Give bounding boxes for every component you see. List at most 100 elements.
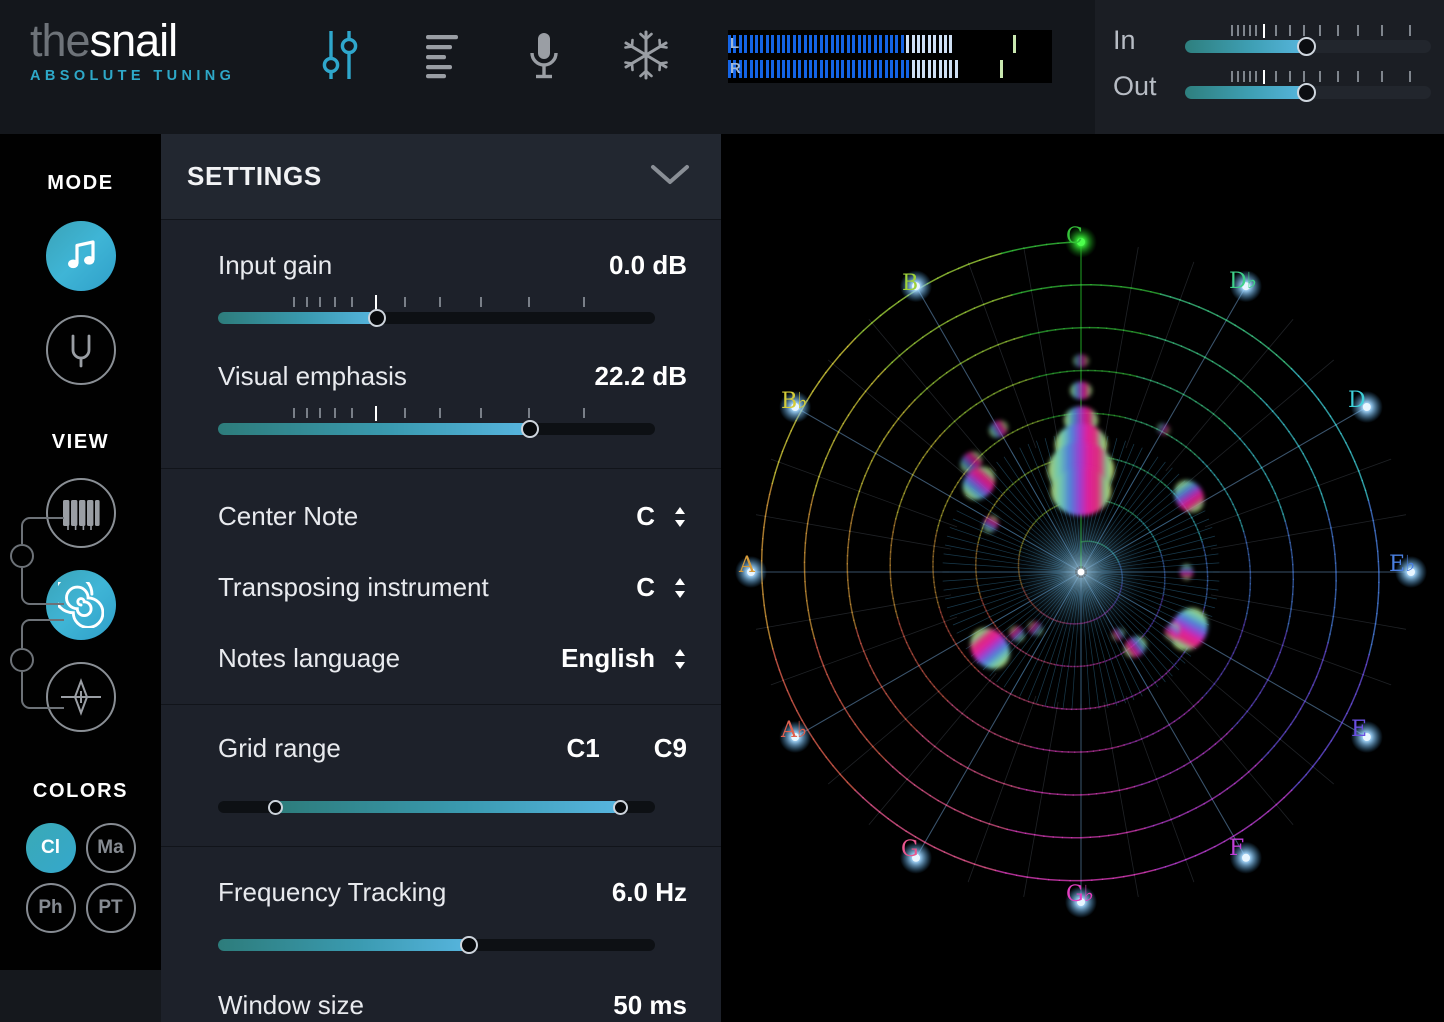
transposing-instrument-stepper[interactable]: C	[636, 572, 687, 603]
settings-title: SETTINGS	[187, 161, 322, 191]
meter-row-left: L	[728, 33, 1052, 55]
music-note-icon	[67, 240, 95, 269]
row-input-gain: Input gain 0.0 dB	[218, 250, 687, 281]
color-button-cl[interactable]: Cl	[25, 823, 76, 873]
grid-range-low: C1	[566, 733, 600, 763]
grid-range-knob-low[interactable]	[267, 800, 283, 815]
mode-button-tuner[interactable]	[45, 315, 116, 385]
notes-language-label: Notes language	[218, 643, 401, 673]
settings-group-tracking: Frequency Tracking 6.0 Hz Window size 50…	[161, 847, 721, 1022]
logo-tagline: ABSOLUTE TUNING	[30, 68, 236, 84]
io-label-in: In	[1113, 25, 1136, 55]
top-bar: thesnail ABSOLUTE TUNING L R In Out	[0, 0, 1444, 134]
tuning-fork-icon	[71, 334, 90, 368]
snowflake-icon[interactable]	[618, 27, 674, 83]
frequency-tracking-knob[interactable]	[460, 936, 479, 954]
stepper-arrows-icon[interactable]	[673, 648, 687, 670]
io-row-out: Out	[1113, 66, 1444, 106]
input-gain-ticks	[218, 295, 655, 310]
io-row-in: In	[1113, 20, 1444, 60]
row-transposing-instrument: Transposing instrument C	[218, 572, 687, 603]
io-label-out: Out	[1113, 71, 1157, 101]
visual-emphasis-fill	[218, 423, 533, 435]
frequency-tracking-slider[interactable]	[218, 922, 655, 956]
row-notes-language: Notes language English	[218, 643, 687, 674]
window-size-label: Window size	[218, 990, 364, 1020]
grid-range-values: C1 C9	[567, 733, 688, 764]
chevron-down-icon[interactable]	[647, 159, 693, 194]
io-gain-panel: In Out	[1113, 20, 1444, 112]
grid-range-high: C9	[653, 733, 687, 763]
meter-row-right: R	[728, 58, 1052, 80]
transposing-instrument-label: Transposing instrument	[218, 572, 489, 602]
grid-range-slider[interactable]	[218, 784, 655, 818]
grid-range-fill	[274, 801, 621, 813]
settings-header: SETTINGS	[161, 134, 721, 220]
settings-panel: SETTINGS Input gain 0.0 dB Visual emphas…	[161, 134, 721, 1022]
visual-emphasis-ticks	[218, 406, 655, 421]
visual-emphasis-knob[interactable]	[521, 420, 540, 438]
toolbar-icons	[312, 27, 674, 83]
row-frequency-tracking: Frequency Tracking 6.0 Hz	[218, 877, 687, 908]
stepper-arrows-icon[interactable]	[673, 506, 687, 528]
transposing-instrument-value: C	[636, 572, 655, 602]
io-ticks-in	[1185, 24, 1431, 38]
output-gain-slider[interactable]	[1185, 69, 1431, 103]
color-button-ph[interactable]: Ph	[25, 883, 76, 933]
colors-section-title: COLORS	[32, 780, 129, 802]
logo-prefix: the	[30, 15, 91, 66]
settings-group-gains: Input gain 0.0 dB Visual emphasis 22.2 d…	[161, 220, 721, 469]
notes-language-value: English	[561, 643, 655, 673]
notes-language-stepper[interactable]: English	[561, 643, 687, 674]
meter-label-left: L	[730, 35, 740, 52]
microphone-icon[interactable]	[516, 27, 572, 83]
grid-range-label: Grid range	[218, 733, 341, 763]
input-gain-slider[interactable]	[218, 295, 655, 329]
frequency-tracking-fill	[218, 939, 472, 951]
grid-range-knob-high[interactable]	[613, 800, 629, 815]
frequency-tracking-label: Frequency Tracking	[218, 877, 447, 907]
view-connector-lines	[10, 517, 64, 709]
visual-emphasis-label: Visual emphasis	[218, 361, 407, 391]
color-button-pt[interactable]: PT	[85, 883, 136, 933]
sliders-icon[interactable]	[312, 27, 368, 83]
spiral-canvas	[721, 134, 1444, 1022]
row-grid-range: Grid range C1 C9	[218, 733, 687, 764]
visual-emphasis-slider[interactable]	[218, 406, 655, 440]
input-gain-knob[interactable]	[368, 309, 387, 327]
row-center-note: Center Note C	[218, 501, 687, 532]
center-note-stepper[interactable]: C	[636, 501, 687, 532]
io-fill-out	[1185, 86, 1309, 99]
color-button-ma[interactable]: Ma	[85, 823, 136, 873]
meter-bars-left	[728, 35, 1052, 53]
settings-group-notes: Center Note C Transposing instrument C N…	[161, 469, 721, 705]
io-knob-in[interactable]	[1296, 37, 1316, 56]
io-ticks-out	[1185, 70, 1431, 84]
left-rail-footer	[0, 970, 161, 1022]
input-gain-slider[interactable]	[1185, 23, 1431, 57]
input-gain-value: 0.0 dB	[608, 250, 687, 280]
levels-icon[interactable]	[414, 27, 470, 83]
center-note-value: C	[636, 501, 655, 531]
mode-button-music[interactable]	[45, 221, 116, 291]
io-knob-out[interactable]	[1296, 83, 1316, 102]
logo-name: snail	[89, 15, 179, 66]
window-size-value: 50 ms	[613, 990, 687, 1020]
settings-group-grid-range: Grid range C1 C9	[161, 705, 721, 847]
color-scheme-buttons: Cl Ma Ph PT	[25, 823, 136, 933]
spiral-visualizer[interactable]: C D♭ D E♭ E F G♭ G A♭ A B♭ B	[721, 134, 1444, 1022]
view-section-title: VIEW	[51, 431, 110, 453]
row-window-size: Window size 50 ms	[218, 990, 687, 1021]
input-gain-fill	[218, 312, 380, 324]
input-gain-label: Input gain	[218, 250, 333, 280]
stereo-level-meter: L R	[728, 30, 1052, 83]
meter-bars-right	[728, 60, 1052, 78]
mode-section-title: MODE	[47, 172, 114, 194]
meter-label-right: R	[730, 60, 741, 77]
frequency-tracking-value: 6.0 Hz	[611, 877, 687, 907]
row-visual-emphasis: Visual emphasis 22.2 dB	[218, 361, 687, 392]
app-logo: thesnail ABSOLUTE TUNING	[30, 15, 236, 84]
visual-emphasis-value: 22.2 dB	[594, 361, 688, 391]
io-fill-in	[1185, 40, 1309, 53]
stepper-arrows-icon[interactable]	[673, 577, 687, 599]
